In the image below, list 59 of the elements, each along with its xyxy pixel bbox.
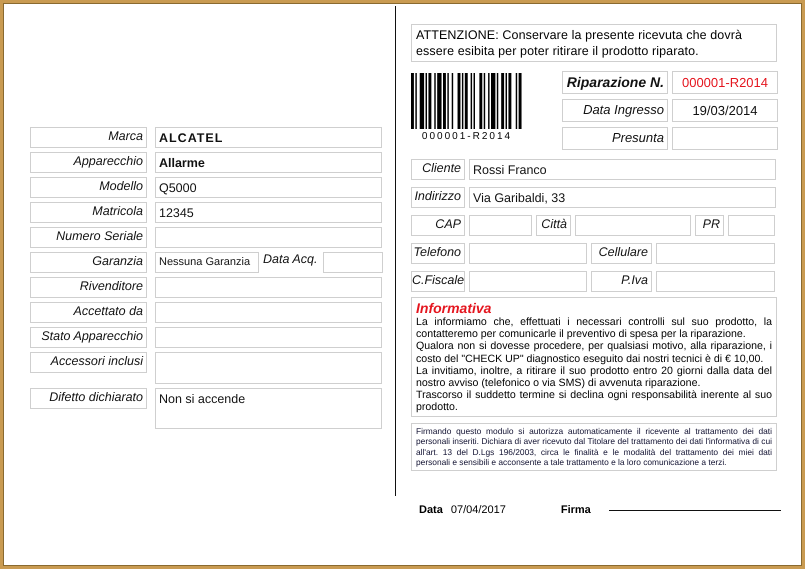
field-label: Presunta [562,127,668,150]
field-label: Stato Apparecchio [30,327,147,348]
field-label: Garanzia [30,252,147,273]
field-label: Difetto dichiarato [30,388,147,409]
repair-number: 000001-R2014 [672,71,778,94]
text-field[interactable]: 12345 [155,202,382,223]
text-field[interactable] [155,327,382,348]
warranty-field[interactable]: Nessuna Garanzia [155,252,259,273]
field-label: Cliente [411,159,465,180]
field-label: Rivenditore [30,277,147,298]
text-field[interactable]: Rossi Franco [469,159,776,180]
field-label: C.Fiscale [411,271,465,292]
field-label: Data Ingresso [562,99,668,122]
notice-text: ATTENZIONE: Conservare la presente ricevuta che dovrà essere esibita per poter ritirare il prodotto riparato. [411,24,777,62]
barcode-number: 000001-R2014 [420,131,514,142]
date-label: Data [419,504,443,516]
field-label: P.Iva [591,271,652,292]
field-label: CAP [411,215,465,236]
field-label: Apparecchio [30,152,147,173]
field-label: Accessori inclusi [30,352,147,373]
field-label: Cellulare [591,243,652,264]
signature-label: Firma [560,504,591,516]
date-value: 07/04/2017 [450,504,507,516]
text-field[interactable] [469,271,587,292]
field-label: PR [695,215,724,236]
repair-title: Riparazione N. [562,71,668,94]
text-field[interactable]: ALCATEL [155,127,382,148]
text-field[interactable] [155,227,382,248]
field-label: Indirizzo [411,187,465,208]
field-label: Numero Seriale [30,227,147,248]
date-field[interactable] [323,252,383,273]
text-field[interactable]: Via Garibaldi, 33 [469,187,776,208]
text-field[interactable] [155,302,382,323]
text-field[interactable]: Allarme [155,152,382,173]
information-paragraph: Trascorso il suddetto termine si declina ogni responsabilità inerente al suo prodotto. [416,389,772,414]
field-label: Marca [30,127,147,148]
field-label: Accettato da [30,302,147,323]
text-field[interactable] [575,215,691,236]
information-paragraph: La informiamo che, effettuati i necessari controlli sul suo prodotto, la contatteremo per comunicarle il preventivo di spesa per la riparazione. [416,316,772,340]
field-label: Data Acq. [263,252,318,266]
text-field[interactable]: Q5000 [155,177,382,198]
date-field[interactable]: 19/03/2014 [672,99,778,122]
field-label: Telefono [411,243,465,264]
text-field[interactable] [469,243,587,264]
information-paragraph: Qualora non si dovesse procedere, per qualsiasi motivo, alla riparazione, i costo del "CHECK UP" diagnostico eseguito dai nostri tecnici è di € 10,00. [416,340,772,365]
text-field[interactable]: Non si accende [155,388,382,429]
text-field[interactable] [728,215,775,236]
information-paragraph: La invitiamo, inoltre, a ritirare il suo prodotto entro 20 giorni dalla data del nostro avviso (telefonico o via SMS) di avvenuta riparazione. [416,364,772,390]
text-field[interactable] [469,215,532,236]
field-label: Modello [30,177,147,198]
field-label: Città [536,215,571,236]
text-field[interactable] [656,243,775,264]
text-field[interactable] [155,277,382,298]
privacy-text: Firmando questo modulo si autorizza automaticamente il ricevente al trattamento dei dati personali inseriti. Dichiara di aver ricevuto dal Titolare del trattamento dei dati l'informativa di cui all'art. 13 del D.Lgs 196/2003, circa le finalità e le modalità del trattamento dei miei dati personali e sensibili e acconsente a tale trattamento e la loro comunicazione a terzi. [416,426,772,468]
date-field[interactable] [672,127,778,150]
field-label: Matricola [30,202,147,223]
text-field[interactable] [155,352,382,384]
text-field[interactable] [656,271,775,292]
information-title: Informativa [416,300,492,316]
